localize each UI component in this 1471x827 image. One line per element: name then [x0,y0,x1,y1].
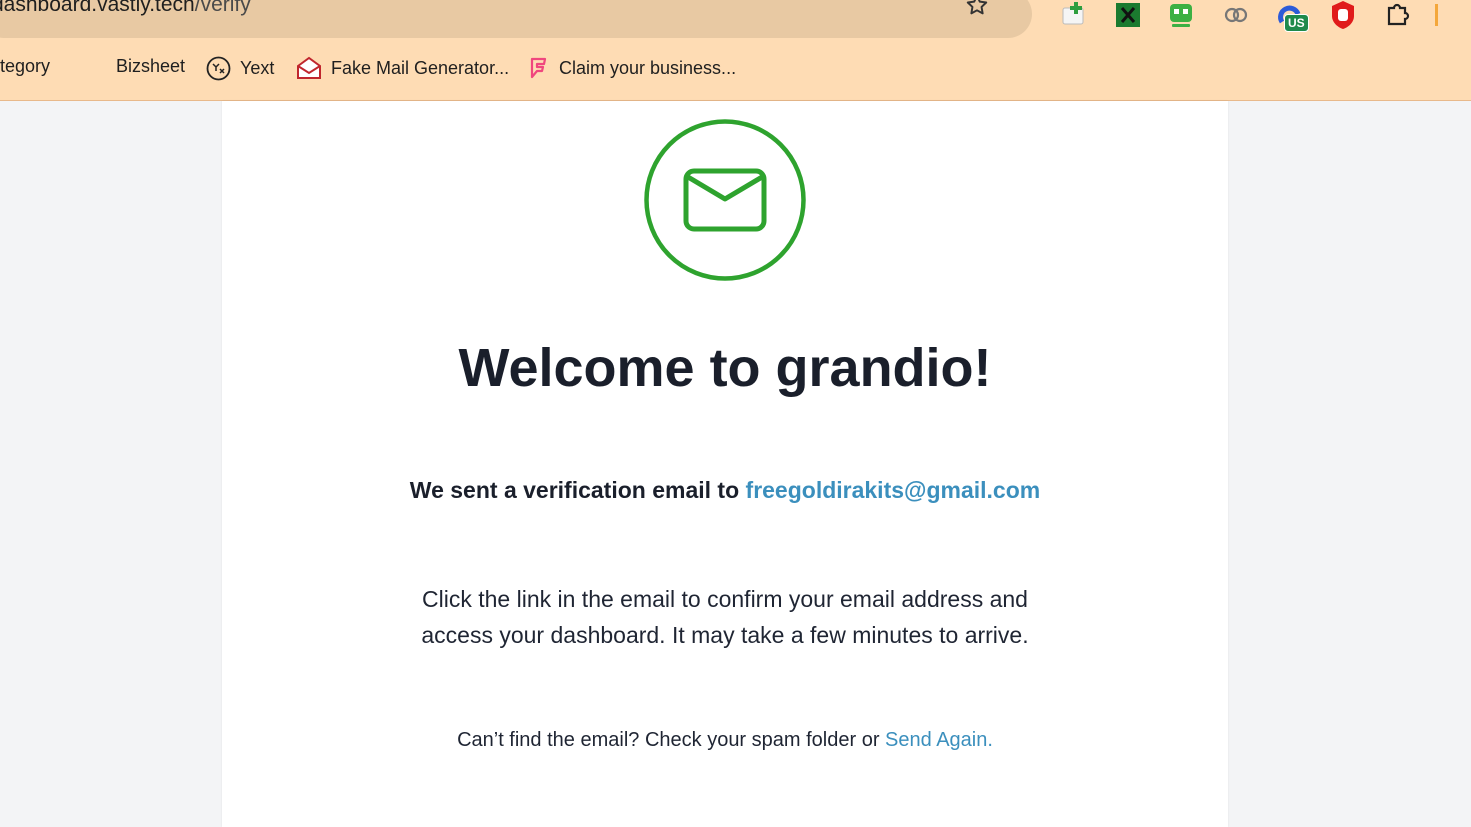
vpn-us-extension-icon[interactable]: US [1276,0,1312,32]
envelope-icon [644,119,806,281]
instructions-text: Click the link in the email to confirm y… [421,586,1029,648]
link-extension-icon[interactable] [1221,0,1251,30]
recipient-email: freegoldirakits@gmail.com [745,477,1041,503]
bookmark-label: Claim your business... [559,57,737,78]
page-title: Welcome to grandio! [458,338,992,398]
add-note-extension-icon[interactable] [1060,0,1090,30]
bookmark-yext[interactable]: Yext [206,56,274,81]
send-again-link[interactable]: Send Again. [885,729,993,751]
robot-extension-icon[interactable] [1166,0,1196,30]
bookmark-label: tegory [0,56,51,76]
url-text[interactable]: dashboard.vastly.tech/verify [0,0,251,17]
spam-prefix: Can’t find the email? Check your spam fo… [457,729,886,751]
bookmark-label: Fake Mail Generator... [331,57,510,78]
vpn-badge: US [1284,14,1309,32]
sent-prefix: We sent a verification email to [409,477,746,503]
yext-logo-icon [206,56,231,81]
bookmark-label: Yext [240,58,275,78]
spam-hint: Can’t find the email? Check your spam fo… [222,729,1228,752]
bookmark-star-icon[interactable] [964,0,990,18]
foursquare-icon [530,57,547,79]
envelope-open-icon [297,56,321,79]
browser-chrome: dashboard.vastly.tech/verify US tegory B… [0,0,1471,101]
url-path: /verify [194,0,251,16]
bookmark-category[interactable]: tegory [0,56,50,77]
puzzle-extensions-icon[interactable] [1383,0,1413,30]
green-x-extension-icon[interactable] [1113,0,1143,30]
adblock-hand-icon[interactable] [1328,0,1358,30]
verification-sent-line: We sent a verification email to freegold… [222,477,1228,504]
bookmark-bizsheet[interactable]: Bizsheet [116,56,185,77]
verify-card: Welcome to grandio! We sent a verificati… [222,101,1228,827]
bookmarks-bar: tegory Bizsheet Yext Fake Mail Generator… [0,52,1471,86]
toolbar-divider [1435,4,1438,26]
address-bar[interactable]: dashboard.vastly.tech/verify [0,0,1032,38]
bookmark-fake-mail-generator[interactable]: Fake Mail Generator... [296,56,509,80]
bookmark-label: Bizsheet [116,56,186,76]
url-host: dashboard.vastly.tech [0,0,195,16]
bookmark-claim-your-business[interactable]: Claim your business... [526,56,736,80]
